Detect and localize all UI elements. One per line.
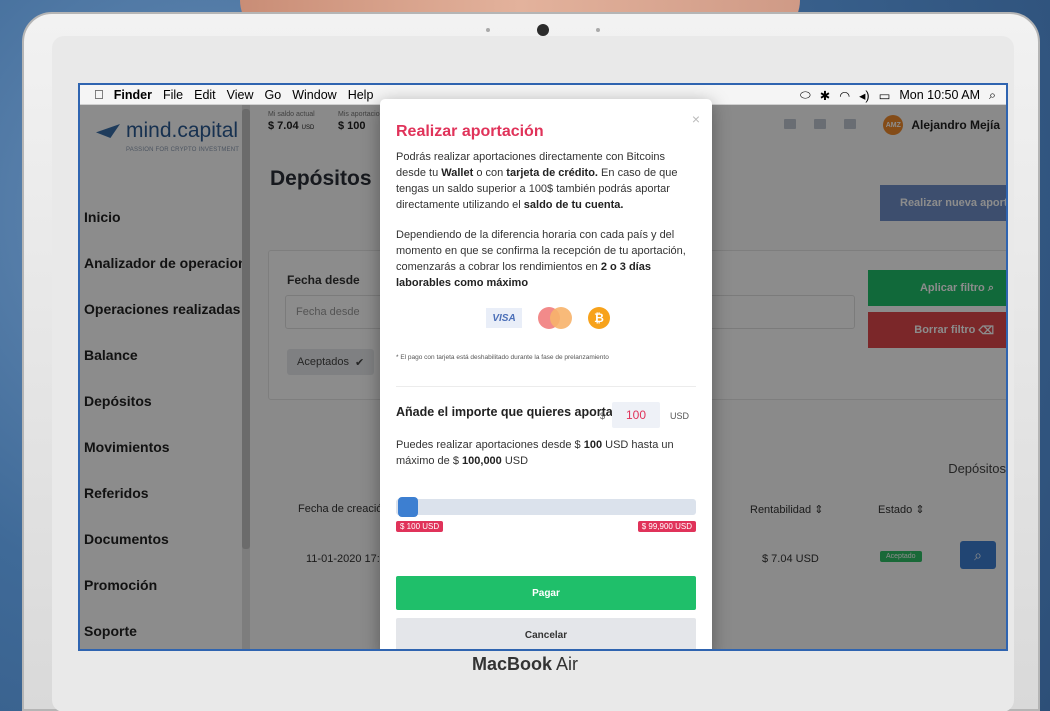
cancel-button[interactable]: Cancelar [396, 618, 696, 649]
spotlight-icon[interactable]: ⌕ [989, 88, 996, 103]
mastercard-icon [536, 307, 574, 329]
apple-icon[interactable]:  [94, 87, 104, 102]
amount-range-text: Puedes realizar aportaciones desde $ 100… [396, 439, 674, 467]
menu-view[interactable]: View [227, 88, 254, 102]
card-disabled-note: * El pago con tarjeta está deshabilitado… [396, 354, 609, 361]
camera-sensor-left [486, 28, 490, 32]
slider-min-label: $ 100 USD [396, 521, 444, 532]
battery-icon[interactable]: ▭ [879, 88, 891, 103]
payment-methods: VISA ₿ [486, 307, 610, 329]
airplay-icon[interactable]: ⬭ [800, 88, 811, 103]
visa-icon: VISA [486, 308, 522, 328]
close-icon[interactable]: × [692, 111, 700, 127]
bitcoin-icon: ₿ [588, 307, 610, 329]
modal-intro-text: Podrás realizar aportaciones directament… [396, 151, 678, 211]
contribution-modal: × Realizar aportación Podrás realizar ap… [380, 99, 712, 649]
camera [537, 24, 549, 36]
menubar-status: ⬭ ✱ ◠ ◂) ▭ Mon 10:50 AM ⌕ [800, 85, 996, 105]
menu-edit[interactable]: Edit [194, 88, 216, 102]
menu-help[interactable]: Help [348, 88, 374, 102]
wifi-icon[interactable]: ◠ [839, 88, 850, 103]
currency-symbol: $ [600, 411, 606, 421]
menu-finder[interactable]: Finder [114, 88, 152, 102]
amount-input[interactable]: 100 [612, 402, 660, 428]
amount-slider-handle[interactable] [398, 497, 418, 517]
amount-label: Añade el importe que quieres aportar [396, 405, 618, 419]
pay-button[interactable]: Pagar [396, 576, 696, 610]
slider-max-label: $ 99,900 USD [637, 521, 696, 532]
device-brand: MacBook Air [471, 654, 579, 674]
volume-icon[interactable]: ◂) [859, 88, 869, 103]
menu-file[interactable]: File [163, 88, 183, 102]
menu-window[interactable]: Window [292, 88, 336, 102]
currency-label: USD [670, 411, 690, 421]
clock[interactable]: Mon 10:50 AM [899, 88, 980, 102]
divider [396, 386, 696, 387]
screen:  Finder File Edit View Go Window Help ⬭… [78, 83, 1008, 651]
modal-timing-text: Dependiendo de la diferencia horaria con… [396, 229, 686, 289]
amount-slider[interactable] [396, 499, 696, 515]
menu-go[interactable]: Go [265, 88, 282, 102]
bluetooth-icon[interactable]: ✱ [820, 88, 830, 103]
camera-sensor-right [596, 28, 600, 32]
modal-title: Realizar aportación [396, 123, 544, 140]
